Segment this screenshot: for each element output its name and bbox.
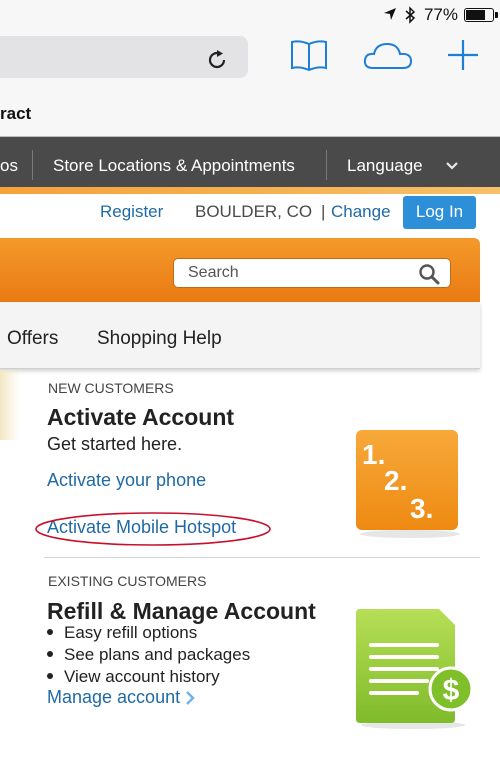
section-divider xyxy=(44,557,480,558)
battery-tip xyxy=(495,12,498,18)
bullet-text: See plans and packages xyxy=(64,645,251,664)
bullet-item: See plans and packages xyxy=(47,645,250,665)
chevron-right-icon xyxy=(186,691,195,706)
activate-phone-link[interactable]: Activate your phone xyxy=(47,470,206,491)
tab-title[interactable]: ract xyxy=(0,104,31,124)
secondary-menu xyxy=(0,302,480,369)
menu-item-shopping-help[interactable]: Shopping Help xyxy=(97,328,222,350)
step-one-text: 1. xyxy=(362,439,385,470)
step-three-text: 3. xyxy=(410,493,433,524)
location-separator: | xyxy=(321,202,326,221)
new-tab-plus-icon[interactable] xyxy=(446,38,480,72)
search-placeholder: Search xyxy=(188,264,239,281)
reload-icon[interactable] xyxy=(205,48,229,72)
location-arrow-icon xyxy=(384,8,396,20)
bullet-item: Easy refill options xyxy=(47,623,197,643)
manage-account-link[interactable]: Manage account xyxy=(47,687,195,708)
register-link[interactable]: Register xyxy=(100,202,163,222)
side-panel-edge xyxy=(0,370,20,440)
browser-toolbar xyxy=(0,32,500,137)
orange-accent-strip xyxy=(0,187,500,194)
nav-divider xyxy=(32,150,33,180)
location-text: BOULDER, CO xyxy=(195,202,313,221)
bookmarks-icon[interactable] xyxy=(290,39,328,73)
search-input[interactable]: Search xyxy=(173,258,451,288)
bullet-dot xyxy=(47,672,53,679)
get-started-text: Get started here. xyxy=(47,434,183,454)
bill-document-image: $ xyxy=(356,609,474,729)
red-annotation-ellipse xyxy=(35,512,271,546)
manage-account-label: Manage account xyxy=(47,687,181,707)
change-location-link[interactable]: Change xyxy=(331,202,391,222)
bullet-text: Easy refill options xyxy=(64,623,198,642)
refill-manage-heading: Refill & Manage Account xyxy=(47,598,316,624)
bullet-dot xyxy=(47,650,53,657)
new-customers-label: NEW CUSTOMERS xyxy=(48,380,174,396)
battery-icon xyxy=(464,8,494,22)
chevron-down-icon[interactable] xyxy=(445,161,459,171)
nav-divider xyxy=(326,150,327,180)
existing-customers-label: EXISTING CUSTOMERS xyxy=(48,573,207,589)
nav-item-store-locations[interactable]: Store Locations & Appointments xyxy=(53,156,295,176)
nav-item-language[interactable]: Language xyxy=(347,156,423,176)
address-bar[interactable] xyxy=(0,36,248,78)
bluetooth-icon xyxy=(405,6,415,24)
bullet-text: View account history xyxy=(64,667,220,686)
nav-item-partial[interactable]: os xyxy=(0,156,18,176)
activate-account-heading: Activate Account xyxy=(47,404,235,430)
battery-percentage: 77% xyxy=(423,5,458,24)
step-two-text: 2. xyxy=(384,465,407,496)
bullet-item: View account history xyxy=(47,667,220,687)
login-button[interactable]: Log In xyxy=(403,196,476,229)
icloud-tabs-icon[interactable] xyxy=(363,41,413,71)
dollar-sign-text: $ xyxy=(443,674,460,707)
menu-item-offers[interactable]: Offers xyxy=(7,328,58,350)
search-icon[interactable] xyxy=(418,263,440,285)
steps-123-image: 1. 2. 3. xyxy=(356,430,460,538)
bullet-dot xyxy=(47,628,53,635)
